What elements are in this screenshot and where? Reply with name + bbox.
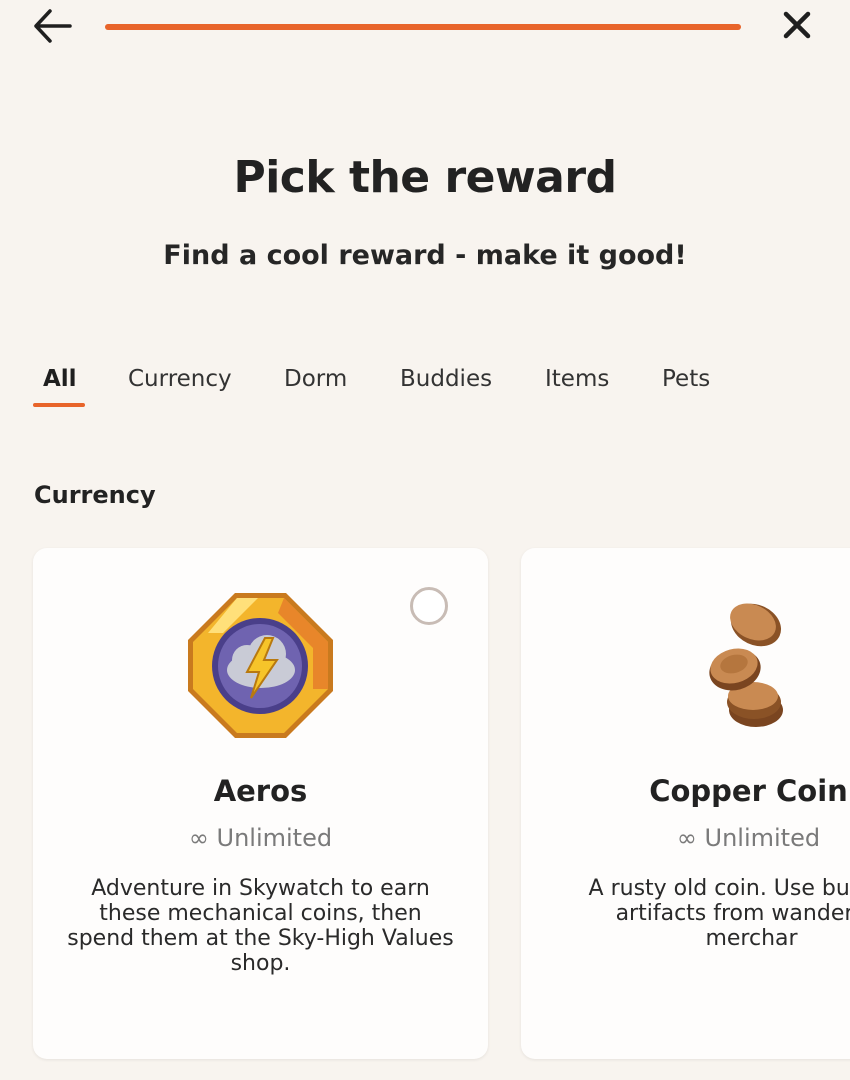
tab-buddies[interactable]: Buddies	[400, 366, 492, 392]
tab-all[interactable]: All	[43, 366, 77, 392]
active-tab-indicator	[33, 403, 85, 407]
card-description: Adventure in Skywatch to earn these mech…	[67, 876, 454, 976]
progress-bar	[105, 24, 741, 30]
close-icon	[783, 11, 811, 39]
progress-fill	[105, 24, 741, 30]
select-radio[interactable]	[410, 587, 448, 625]
back-button[interactable]	[30, 6, 74, 46]
page-title: Pick the reward	[233, 152, 617, 203]
reward-card-aeros[interactable]: Aeros ∞ Unlimited Adventure in Skywatch …	[33, 548, 488, 1059]
copper-coins-icon	[709, 603, 783, 727]
reward-picker-screen: Pick the reward Find a cool reward - mak…	[0, 0, 850, 1080]
aeros-coin-icon	[188, 593, 333, 738]
page-subtitle: Find a cool reward - make it good!	[163, 240, 687, 271]
arrow-left-icon	[34, 9, 72, 43]
tab-items[interactable]: Items	[545, 366, 609, 392]
reward-card-copper-coin[interactable]: Copper Coin ∞ Unlimited A rusty old coin…	[521, 548, 850, 1059]
section-heading: Currency	[34, 481, 156, 509]
card-name: Aeros	[213, 774, 308, 808]
card-description: A rusty old coin. Use buy rare artifacts…	[588, 876, 850, 951]
tab-pets[interactable]: Pets	[662, 366, 710, 392]
tab-currency[interactable]: Currency	[128, 366, 232, 392]
close-button[interactable]	[778, 6, 816, 44]
card-quantity: ∞ Unlimited	[676, 824, 821, 852]
card-name: Copper Coin	[649, 774, 848, 808]
card-quantity: ∞ Unlimited	[188, 824, 333, 852]
tab-dorm[interactable]: Dorm	[284, 366, 347, 392]
